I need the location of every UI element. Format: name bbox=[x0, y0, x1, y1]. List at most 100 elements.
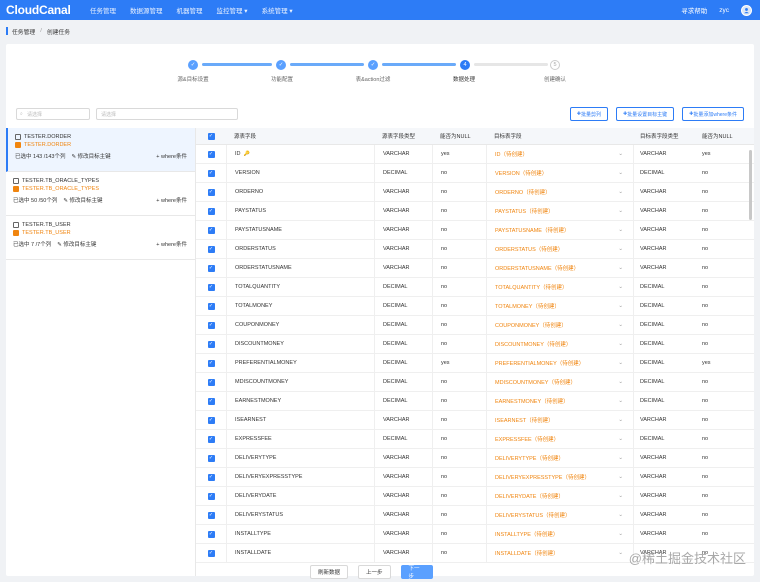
chevron-down-icon: ⌄ bbox=[618, 455, 623, 461]
vertical-scrollbar[interactable] bbox=[749, 150, 752, 220]
table-row: ✓ MDISCOUNTMONEY DECIMAL no MDISCOUNTMON… bbox=[196, 372, 754, 392]
step-connector bbox=[290, 63, 364, 66]
src-null: no bbox=[432, 391, 486, 411]
row-checkbox[interactable]: ✓ bbox=[196, 264, 226, 272]
edit-pk-link[interactable]: ✎ 修改目标主键 bbox=[63, 196, 102, 204]
src-type: VARCHAR bbox=[374, 201, 432, 221]
where-link[interactable]: + where条件 bbox=[156, 240, 187, 248]
row-checkbox[interactable]: ✓ bbox=[196, 169, 226, 177]
dst-column-select[interactable]: COUPONMONEY（待创建） ⌄ bbox=[486, 315, 634, 335]
dst-column-select[interactable]: EARNESTMONEY（待创建） ⌄ bbox=[486, 391, 634, 411]
row-checkbox[interactable]: ✓ bbox=[196, 492, 226, 500]
row-checkbox[interactable]: ✓ bbox=[196, 340, 226, 348]
next-button[interactable]: 下一步 bbox=[400, 565, 433, 580]
batch-prune-button[interactable]: ✚ 批量剪列 bbox=[569, 107, 608, 121]
src-type: VARCHAR bbox=[374, 524, 432, 544]
row-checkbox[interactable]: ✓ bbox=[196, 226, 226, 234]
nav-monitor[interactable]: 监控管理 ▾ bbox=[217, 5, 248, 15]
row-checkbox[interactable]: ✓ bbox=[196, 283, 226, 291]
breadcrumb-accent bbox=[6, 27, 8, 35]
dst-column-select[interactable]: ORDERNO（待创建） ⌄ bbox=[486, 182, 634, 202]
src-null: no bbox=[432, 296, 486, 316]
dst-column-select[interactable]: DELIVERYSTATUS（待创建） ⌄ bbox=[486, 505, 634, 525]
dst-column-select[interactable]: ORDERSTATUSNAME（待创建） ⌄ bbox=[486, 258, 634, 278]
dst-column-select[interactable]: TOTALQUANTITY（待创建） ⌄ bbox=[486, 277, 634, 297]
dst-column-select[interactable]: PAYSTATUS（待创建） ⌄ bbox=[486, 201, 634, 221]
table-list-item[interactable]: TESTER.DORDER TESTER.DORDER 已选中 143 /143… bbox=[6, 128, 195, 172]
dst-column-select[interactable]: ORDERSTATUS（待创建） ⌄ bbox=[486, 239, 634, 259]
prev-button[interactable]: 上一步 bbox=[358, 565, 391, 579]
chevron-down-icon: ⌄ bbox=[618, 360, 623, 366]
table-meta: 已选中 143 /143个列 ✎ 修改目标主键 + where条件 bbox=[15, 152, 187, 160]
check-icon: ✓ bbox=[188, 60, 198, 70]
row-checkbox[interactable]: ✓ bbox=[196, 207, 226, 215]
dst-type: VARCHAR bbox=[640, 417, 667, 423]
dst-column-select[interactable]: DISCOUNTMONEY（待创建） ⌄ bbox=[486, 334, 634, 354]
dst-column-select[interactable]: ID（待创建） ⌄ bbox=[486, 144, 634, 164]
dst-column-select[interactable]: DELIVERYEXPRESSTYPE（待创建） ⌄ bbox=[486, 467, 634, 487]
column-search-input[interactable]: 请选择 bbox=[96, 108, 238, 120]
row-checkbox[interactable]: ✓ bbox=[196, 511, 226, 519]
table-row: ✓ ORDERSTATUS VARCHAR no ORDERSTATUS（待创建… bbox=[196, 239, 754, 259]
dst-column-select[interactable]: INSTALLDATE（待创建） ⌄ bbox=[486, 543, 634, 563]
batch-where-button[interactable]: ✚ 批量添加where条件 bbox=[682, 107, 744, 121]
row-checkbox[interactable]: ✓ bbox=[196, 378, 226, 386]
dst-column-select[interactable]: DELIVERYDATE（待创建） ⌄ bbox=[486, 486, 634, 506]
src-type: DECIMAL bbox=[374, 315, 432, 335]
dst-column-select[interactable]: VERSION（待创建） ⌄ bbox=[486, 163, 634, 183]
table-list-item[interactable]: TESTER.TB_USER TESTER.TB_USER 已选中 7 /7个列… bbox=[6, 216, 195, 260]
dst-column-select[interactable]: TOTALMONEY（待创建） ⌄ bbox=[486, 296, 634, 316]
row-checkbox[interactable]: ✓ bbox=[196, 416, 226, 424]
src-column: TOTALQUANTITY bbox=[226, 277, 374, 297]
dst-column-select[interactable]: PREFERENTIALMONEY（待创建） ⌄ bbox=[486, 353, 634, 373]
refresh-data-button[interactable]: 刷新数据 bbox=[310, 565, 349, 579]
dst-column-select[interactable]: MDISCOUNTMONEY（待创建） ⌄ bbox=[486, 372, 634, 392]
row-checkbox[interactable]: ✓ bbox=[196, 321, 226, 329]
src-null: no bbox=[432, 505, 486, 525]
dst-type: VARCHAR bbox=[640, 151, 667, 157]
header-dst: 目标表字段 bbox=[494, 134, 522, 140]
row-checkbox[interactable]: ✓ bbox=[196, 302, 226, 310]
dst-column-select[interactable]: INSTALLTYPE（待创建） ⌄ bbox=[486, 524, 634, 544]
dst-type: DECIMAL bbox=[640, 436, 665, 442]
help-link[interactable]: 寻求帮助 bbox=[681, 5, 707, 15]
table-select[interactable]: ⌕ 请选择 bbox=[16, 108, 90, 120]
nav-task[interactable]: 任务管理 bbox=[90, 5, 116, 15]
dst-column-select[interactable]: PAYSTATUSNAME（待创建） ⌄ bbox=[486, 220, 634, 240]
row-checkbox[interactable]: ✓ bbox=[196, 454, 226, 462]
row-checkbox[interactable]: ✓ bbox=[196, 359, 226, 367]
nav-machine[interactable]: 机器管理 bbox=[177, 5, 203, 15]
search-icon: ⌕ bbox=[20, 111, 23, 117]
username[interactable]: zyc bbox=[719, 7, 729, 14]
where-link[interactable]: + where条件 bbox=[156, 152, 187, 160]
dst-type: VARCHAR bbox=[640, 474, 667, 480]
row-checkbox[interactable]: ✓ bbox=[196, 150, 226, 158]
select-all-checkbox[interactable]: ✓ bbox=[196, 132, 226, 140]
dst-null: no bbox=[702, 474, 709, 480]
table-row: ✓ EARNESTMONEY DECIMAL no EARNESTMONEY（待… bbox=[196, 391, 754, 411]
row-checkbox[interactable]: ✓ bbox=[196, 245, 226, 253]
nav-system[interactable]: 系统管理 ▾ bbox=[262, 5, 293, 15]
row-checkbox[interactable]: ✓ bbox=[196, 549, 226, 557]
row-checkbox[interactable]: ✓ bbox=[196, 397, 226, 405]
row-checkbox[interactable]: ✓ bbox=[196, 530, 226, 538]
src-column: EARNESTMONEY bbox=[226, 391, 374, 411]
edit-pk-link[interactable]: ✎ 修改目标主键 bbox=[71, 152, 110, 160]
table-list-item[interactable]: TESTER.TB_ORACLE_TYPES TESTER.TB_ORACLE_… bbox=[6, 172, 195, 216]
top-navbar: CloudCanal 任务管理 数据源管理 机器管理 监控管理 ▾ 系统管理 ▾… bbox=[0, 0, 760, 20]
user-avatar-icon[interactable] bbox=[741, 4, 752, 16]
source-table: TESTER.TB_ORACLE_TYPES bbox=[13, 178, 195, 184]
where-link[interactable]: + where条件 bbox=[156, 196, 187, 204]
nav-datasource[interactable]: 数据源管理 bbox=[130, 5, 163, 15]
header-dnull: 能否为NULL bbox=[702, 134, 733, 140]
edit-pk-link[interactable]: ✎ 修改目标主键 bbox=[57, 240, 96, 248]
dst-column-select[interactable]: DELIVERYTYPE（待创建） ⌄ bbox=[486, 448, 634, 468]
dst-column-select[interactable]: EXPRESSFEE（待创建） ⌄ bbox=[486, 429, 634, 449]
row-checkbox[interactable]: ✓ bbox=[196, 473, 226, 481]
table-row: ✓ DELIVERYSTATUS VARCHAR no DELIVERYSTAT… bbox=[196, 505, 754, 525]
breadcrumb-root[interactable]: 任务管理 bbox=[12, 27, 35, 36]
dst-column-select[interactable]: ISEARNEST（待创建） ⌄ bbox=[486, 410, 634, 430]
row-checkbox[interactable]: ✓ bbox=[196, 435, 226, 443]
row-checkbox[interactable]: ✓ bbox=[196, 188, 226, 196]
batch-pk-button[interactable]: ✚ 批量设置目标主键 bbox=[615, 107, 675, 121]
